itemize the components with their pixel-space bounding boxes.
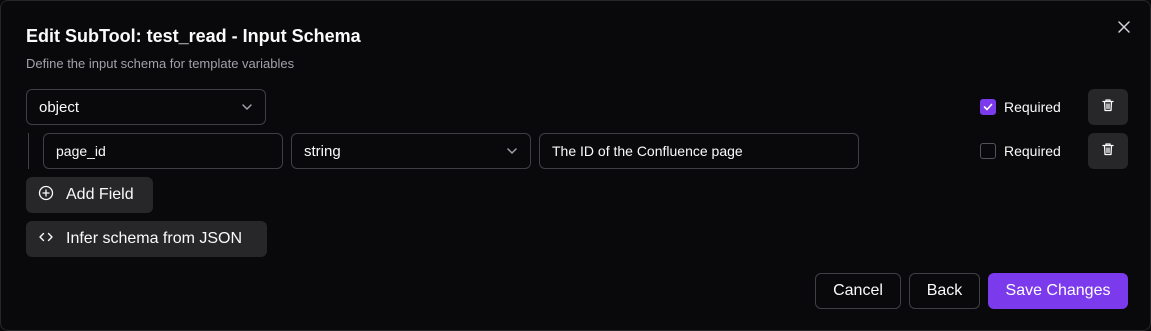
field-type-select[interactable]: string	[291, 133, 531, 169]
cancel-button[interactable]: Cancel	[815, 273, 901, 309]
field-required-toggle[interactable]: Required	[980, 143, 1061, 159]
root-required-toggle[interactable]: Required	[980, 99, 1061, 115]
add-field-button[interactable]: Add Field	[26, 177, 153, 213]
add-field-label: Add Field	[66, 186, 134, 203]
field-required-label: Required	[1004, 143, 1061, 159]
close-icon[interactable]	[1114, 17, 1134, 37]
field-name-input[interactable]: page_id	[43, 133, 283, 169]
root-type-select[interactable]: object	[26, 89, 266, 125]
back-button[interactable]: Back	[909, 273, 980, 309]
field-type-value: string	[304, 142, 341, 160]
code-icon	[38, 229, 54, 250]
infer-schema-label: Infer schema from JSON	[66, 230, 243, 247]
chevron-down-icon	[506, 145, 518, 157]
root-required-checkbox[interactable]	[980, 99, 996, 115]
field-name-value: page_id	[56, 143, 106, 159]
plus-circle-icon	[38, 185, 54, 206]
root-type-value: object	[39, 98, 80, 116]
field-description-input[interactable]: The ID of the Confluence page	[539, 133, 859, 169]
nesting-line	[28, 133, 29, 169]
field-description-value: The ID of the Confluence page	[552, 143, 743, 159]
root-required-label: Required	[1004, 99, 1061, 115]
trash-icon	[1101, 142, 1115, 161]
trash-icon	[1101, 98, 1115, 117]
edit-subtool-dialog: Edit SubTool: test_read - Input Schema D…	[0, 0, 1151, 331]
delete-root-button[interactable]	[1088, 89, 1128, 125]
dialog-subtitle: Define the input schema for template var…	[26, 56, 295, 71]
dialog-title: Edit SubTool: test_read - Input Schema	[26, 26, 361, 46]
field-required-checkbox[interactable]	[980, 143, 996, 159]
chevron-down-icon	[241, 101, 253, 113]
infer-schema-button[interactable]: Infer schema from JSON	[26, 221, 267, 257]
save-changes-button[interactable]: Save Changes	[988, 273, 1128, 309]
delete-field-button[interactable]	[1088, 133, 1128, 169]
